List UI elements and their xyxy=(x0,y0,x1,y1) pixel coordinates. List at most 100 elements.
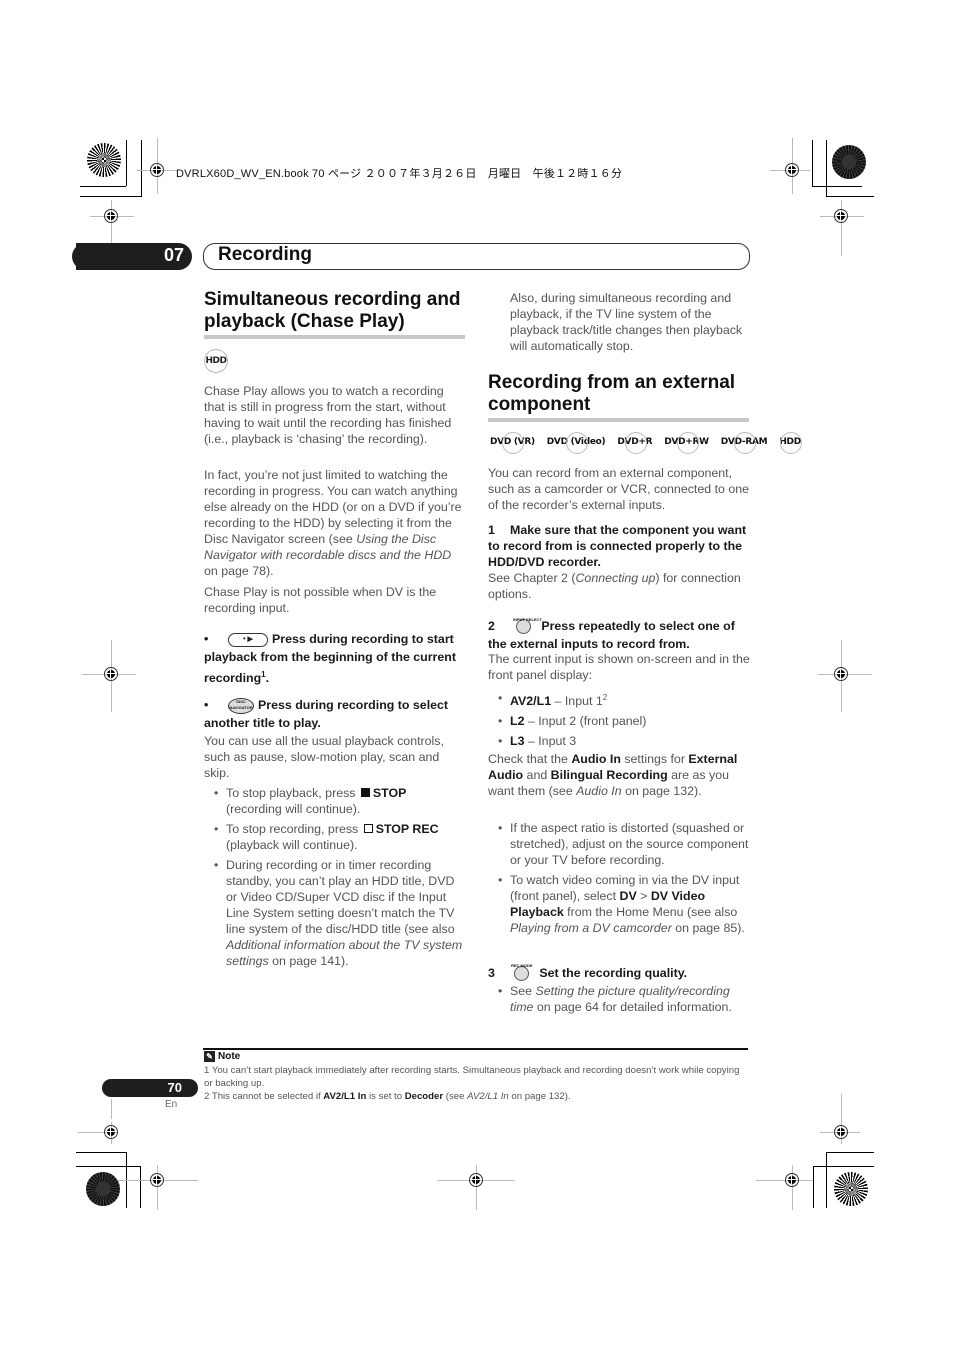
text: on page 64 for detailed information. xyxy=(533,1000,732,1014)
footnote-1: 1 You can’t start playback immediately a… xyxy=(204,1065,740,1089)
sub-item-line-system: During recording or in timer recording s… xyxy=(204,857,466,969)
badge-dvd-ram: DVD-RAM xyxy=(720,432,768,454)
text: 2 This cannot be selected if xyxy=(204,1091,324,1102)
input-desc: – Input 2 (front panel) xyxy=(524,714,647,729)
text: is set to xyxy=(366,1091,405,1102)
registration-mark-icon xyxy=(834,1125,848,1139)
step-number: 1 xyxy=(488,523,495,537)
play-button-icon: • ▶ xyxy=(228,632,268,647)
chapter-title-bar: Recording xyxy=(203,243,750,270)
playback-controls-para: You can use all the usual playback contr… xyxy=(204,734,444,780)
note-title: Note xyxy=(218,1051,241,1062)
registration-star-top-right-icon xyxy=(832,145,866,179)
setting-name: Bilingual Recording xyxy=(550,768,668,782)
input-item: AV2/L1 – Input 12 xyxy=(488,690,750,709)
page-number: 70 xyxy=(167,1080,182,1095)
text: (playback will continue). xyxy=(226,838,358,852)
badge-dvd-plus-rw: DVD+RW xyxy=(664,432,709,454)
pencil-icon: ✎ xyxy=(204,1051,215,1062)
text: See xyxy=(510,984,536,998)
registration-mark-icon xyxy=(104,209,118,223)
input-name: AV2/L1 xyxy=(510,694,552,709)
disc-navigator-button-icon: DISC NAVIGATOR xyxy=(228,697,254,714)
audio-in-check: Check that the Audio In settings for Ext… xyxy=(488,751,750,799)
text: (see xyxy=(443,1091,468,1102)
chapter-title: Recording xyxy=(218,244,312,265)
registration-mark-icon xyxy=(150,1173,164,1187)
text: on page 141). xyxy=(268,954,349,968)
sub-item-stop-rec: To stop recording, press STOP REC (playb… xyxy=(204,821,466,853)
badge-dvd-video: DVD (Video) xyxy=(546,432,606,454)
text: To stop recording, press xyxy=(226,822,362,836)
cross-reference: Playing from a DV camcorder xyxy=(510,921,672,935)
badge-dvd-plus-r: DVD+R xyxy=(617,432,653,454)
section-title-chase-play: Simultaneous recording and playback (Cha… xyxy=(204,289,466,333)
setting-value: Decoder xyxy=(404,1091,444,1102)
page-number-tab: 70 xyxy=(102,1079,198,1097)
cross-reference: Audio In xyxy=(576,784,622,798)
note-header: ✎ Note xyxy=(204,1051,240,1062)
button-label: INPUT SELECT xyxy=(513,617,542,623)
text: on page 132). xyxy=(621,784,702,798)
text: on page 78). xyxy=(204,564,274,578)
text: See Chapter 2 ( xyxy=(488,571,576,585)
text: (recording will continue). xyxy=(226,802,361,816)
registration-star-bottom-right-icon xyxy=(834,1172,868,1206)
section-rule xyxy=(488,418,749,422)
tip-dv-input: To watch video coming in via the DV inpu… xyxy=(488,872,750,936)
step-3-title: 3 REC MODE Set the recording quality. xyxy=(488,963,750,982)
continued-para: Also, during simultaneous recording and … xyxy=(510,291,743,353)
footnote-ref: 1 xyxy=(261,670,266,679)
step-1-title: 1 Make sure that the component you want t… xyxy=(488,522,750,570)
footnote-2: 2 This cannot be selected if AV2/L1 In i… xyxy=(204,1091,749,1104)
text: To stop playback, press xyxy=(226,786,359,800)
rec-mode-button-icon: REC MODE xyxy=(511,963,533,982)
cross-reference: Connecting up xyxy=(575,571,656,585)
text: and xyxy=(523,768,551,782)
chase-play-para2: In fact, you’re not just limited to watc… xyxy=(204,467,466,579)
registration-mark-icon xyxy=(785,163,799,177)
registration-mark-icon xyxy=(834,209,848,223)
stop-icon xyxy=(360,788,370,797)
disc-type-badges: DVD (VR) DVD (Video) DVD+R DVD+RW DVD-RA… xyxy=(488,432,803,454)
input-desc: – Input 3 xyxy=(524,734,577,749)
text: > xyxy=(636,889,651,903)
step-2-body: The current input is shown on-screen and… xyxy=(488,652,750,682)
registration-mark-icon xyxy=(834,667,848,681)
button-label: REC MODE xyxy=(511,963,533,969)
hdd-badge: HDD xyxy=(204,349,228,373)
title-line: playback (Chase Play) xyxy=(204,311,405,332)
sub-bullets: To stop playback, press STOP (recording … xyxy=(204,785,466,973)
step-text: Set the recording quality. xyxy=(539,966,688,980)
title-line: Recording from an external xyxy=(488,372,736,393)
text: on page 132). xyxy=(508,1091,571,1102)
badge-hdd: HDD xyxy=(779,432,802,454)
external-intro: You can record from an external componen… xyxy=(488,466,750,512)
section-rule xyxy=(204,335,465,339)
chapter-number: 07 xyxy=(163,245,184,265)
registration-mark-icon xyxy=(469,1173,483,1187)
text: on page 85). xyxy=(671,921,745,935)
tip-aspect-ratio: If the aspect ratio is distorted (squash… xyxy=(488,820,750,868)
cross-reference: AV2/L1 In xyxy=(467,1091,509,1102)
input-desc: – Input 1 xyxy=(551,694,603,709)
registration-mark-icon xyxy=(150,163,164,177)
tips-list: If the aspect ratio is distorted (squash… xyxy=(488,820,750,940)
menu-item: DV xyxy=(619,889,637,903)
setting-name: Audio In xyxy=(571,752,621,766)
title-line: Simultaneous recording and xyxy=(204,289,461,310)
chapter-number-tab: 07 xyxy=(72,243,192,270)
input-list: AV2/L1 – Input 12 L2 – Input 2 (front pa… xyxy=(488,690,750,753)
bullet-play-button: • • ▶ Press during recording to start play… xyxy=(204,632,456,686)
input-select-button-icon: INPUT SELECT xyxy=(513,617,542,635)
text: Check that the xyxy=(488,752,572,766)
registration-mark-icon xyxy=(104,667,118,681)
step-1-body: See Chapter 2 (Connecting up) for connec… xyxy=(488,570,750,602)
chase-play-para3: Chase Play is not possible when DV is th… xyxy=(204,585,437,615)
registration-mark-icon xyxy=(785,1173,799,1187)
sub-item-stop: To stop playback, press STOP (recording … xyxy=(204,785,466,817)
print-header: DVRLX60D_WV_EN.book 70 ページ ２００７年３月２６日 月曜… xyxy=(176,168,623,180)
step-2-title: 2 INPUT SELECT Press repeatedly to select… xyxy=(488,617,750,653)
registration-mark-icon xyxy=(104,1125,118,1139)
title-line: component xyxy=(488,394,591,415)
